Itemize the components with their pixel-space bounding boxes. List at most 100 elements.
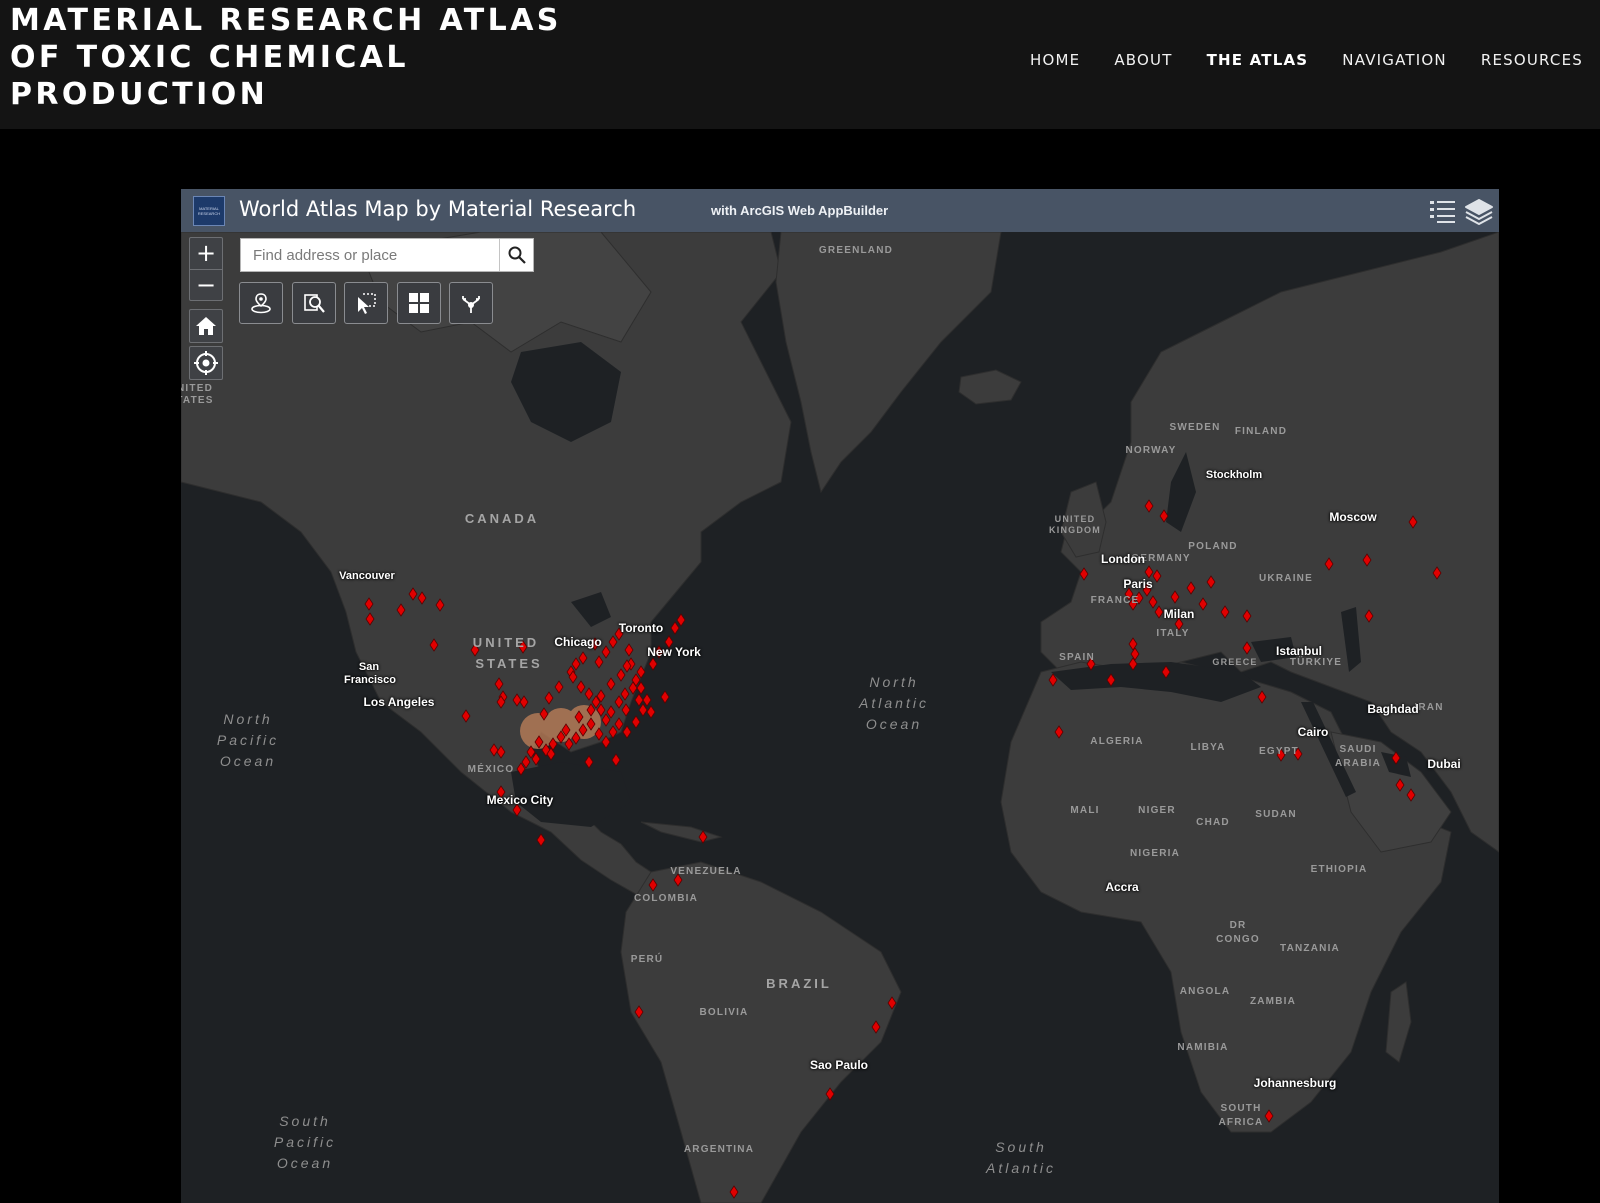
city-san-francisco-2: Francisco (344, 674, 396, 686)
label-finland: FINLAND (1234, 426, 1288, 437)
label-zambia: ZAMBIA (1249, 996, 1297, 1007)
label-tanzania: TANZANIA (1280, 943, 1340, 954)
label-united-kingdom: UNITED (1054, 514, 1096, 524)
locate-button[interactable] (189, 346, 223, 380)
label-iran: IRAN (1414, 702, 1444, 713)
nav-home[interactable]: HOME (1013, 47, 1097, 73)
label-niger: NIGER (1138, 805, 1176, 816)
city-accra: Accra (1105, 880, 1139, 894)
label-turkiye: TÜRKIYE (1289, 657, 1343, 668)
ocean-word: Ocean (219, 753, 277, 769)
label-italy: ITALY (1156, 628, 1190, 639)
share-button[interactable] (449, 282, 493, 324)
label-france: FRANCE (1090, 595, 1140, 606)
city-baghdad: Baghdad (1367, 702, 1419, 716)
ocean-word: Atlantic (986, 1160, 1056, 1176)
app-header: MATERIAL RESEARCH World Atlas Map by Mat… (181, 189, 1499, 232)
near-me-button[interactable] (239, 282, 283, 324)
locate-icon (194, 351, 218, 375)
label-poland: POLAND (1188, 541, 1238, 552)
city-chicago: Chicago (554, 635, 602, 649)
label-ethiopia: ETHIOPIA (1310, 864, 1368, 875)
label-nigeria: NIGERIA (1129, 848, 1181, 859)
label-saudi-arabia: SAUDI (1339, 744, 1377, 755)
city-moscow: Moscow (1329, 510, 1377, 524)
label-colombia: COLOMBIA (633, 893, 699, 904)
label-sweden: SWEDEN (1169, 422, 1221, 433)
ocean-word: South (279, 1113, 331, 1129)
grid-button[interactable] (397, 282, 441, 324)
home-icon (196, 317, 216, 335)
ocean-word: South (995, 1139, 1047, 1155)
label-argentina: ARGENTINA (683, 1144, 755, 1155)
label-namibia: NAMIBIA (1177, 1042, 1229, 1053)
nav-the-atlas[interactable]: THE ATLAS (1190, 47, 1326, 73)
city-stockholm: Stockholm (1205, 469, 1263, 481)
city-johannesburg: Johannesburg (1253, 1076, 1337, 1090)
city-toronto: Toronto (618, 621, 664, 635)
zoom-out-button[interactable]: − (190, 269, 222, 300)
ocean-word: Pacific (216, 732, 280, 748)
search-box (240, 238, 534, 272)
label-greenland: GREENLAND (818, 245, 894, 256)
ocean-word: North (869, 674, 919, 690)
ocean-word: Atlantic (859, 695, 929, 711)
city-sao-paulo: Sao Paulo (809, 1058, 869, 1072)
share-icon (462, 296, 480, 313)
search-input[interactable] (241, 239, 499, 271)
city-dubai: Dubai (1427, 757, 1461, 771)
label-greece: GREECE (1212, 657, 1258, 667)
ocean-word: Ocean (276, 1155, 334, 1171)
city-istanbul: Istanbul (1275, 644, 1323, 658)
site-title[interactable]: MATERIAL RESEARCH ATLAS OF TOXIC CHEMICA… (10, 2, 610, 113)
query-button[interactable] (292, 282, 336, 324)
ocean-word: North (223, 711, 273, 727)
site-title-line: PRODUCTION (10, 77, 269, 112)
ocean-north-atlantic: North Atlantic Ocean (859, 672, 929, 735)
legend-list-icon[interactable] (1428, 197, 1458, 225)
site-title-line: MATERIAL RESEARCH ATLAS (10, 3, 562, 38)
city-san-francisco: San (358, 661, 380, 673)
label-sudan: SUDAN (1255, 809, 1297, 820)
nav-resources[interactable]: RESOURCES (1464, 47, 1600, 73)
app-logo: MATERIAL RESEARCH (193, 196, 225, 226)
label-dr-congo: DR (1229, 920, 1247, 931)
map-app: MATERIAL RESEARCH World Atlas Map by Mat… (181, 189, 1499, 1203)
label-peru: PERÚ (630, 954, 664, 965)
label-algeria: ALGERIA (1090, 736, 1144, 747)
label-canada: CANADA (464, 511, 540, 526)
city-cairo: Cairo (1297, 725, 1329, 739)
label-spain: SPAIN (1059, 652, 1095, 663)
label-saudi-arabia-2: ARABIA (1334, 758, 1382, 769)
nav-navigation[interactable]: NAVIGATION (1325, 47, 1464, 73)
site-title-line: OF TOXIC CHEMICAL (10, 40, 409, 75)
city-new-york: New York (647, 645, 701, 659)
layers-icon[interactable] (1464, 197, 1494, 225)
search-icon (508, 246, 526, 264)
city-los-angeles: Los Angeles (363, 695, 435, 709)
label-brazil: BRAZIL (766, 976, 832, 991)
ocean-south-pacific: South Pacific Ocean (274, 1111, 336, 1174)
search-button[interactable] (499, 239, 533, 271)
ocean-north-pacific: North Pacific Ocean (217, 709, 279, 772)
ocean-south-atlantic: South Atlantic (986, 1137, 1056, 1179)
label-chad: CHAD (1196, 817, 1230, 828)
select-button[interactable] (344, 282, 388, 324)
label-united-states-edge-2: TATES (181, 395, 214, 406)
main-nav: HOME ABOUT THE ATLAS NAVIGATION RESOURCE… (1013, 47, 1600, 73)
home-button[interactable] (189, 309, 223, 343)
app-title: World Atlas Map by Material Research (239, 197, 637, 221)
ocean-word: Pacific (273, 1134, 337, 1150)
query-icon (304, 294, 325, 313)
label-united-states-edge: NITED (181, 383, 213, 394)
near-me-icon (251, 293, 271, 314)
city-milan: Milan (1163, 607, 1195, 621)
label-bolivia: BOLIVIA (699, 1007, 749, 1018)
label-libya: LIBYA (1190, 742, 1226, 753)
zoom-in-button[interactable]: + (190, 238, 222, 269)
ocean-word: Ocean (865, 716, 923, 732)
label-south-africa-2: AFRICA (1218, 1117, 1264, 1128)
nav-about[interactable]: ABOUT (1097, 47, 1189, 73)
label-united-kingdom-2: KINGDOM (1049, 525, 1101, 535)
select-icon (358, 293, 376, 314)
